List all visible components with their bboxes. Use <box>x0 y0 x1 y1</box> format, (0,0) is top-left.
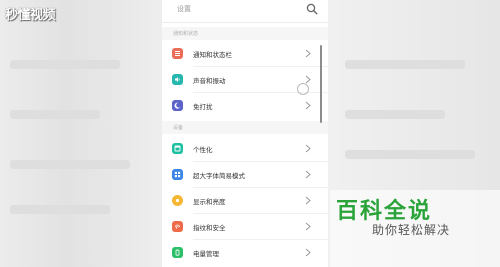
settings-item-label: 通知和状态栏 <box>193 51 232 59</box>
settings-item-label: 超大字体简易模式 <box>193 172 245 180</box>
sound-icon <box>172 74 183 85</box>
settings-item-label: 电量管理 <box>193 250 219 258</box>
fingerprint-icon <box>172 221 183 232</box>
chevron-right-icon <box>305 75 311 84</box>
settings-item-label: 免打扰 <box>193 103 213 111</box>
section-header-label: 通知和状态 <box>173 31 199 37</box>
settings-item-label: 显示和亮度 <box>193 198 226 206</box>
settings-item-label: 个性化 <box>193 146 213 154</box>
chevron-right-icon <box>305 222 311 231</box>
section-header-notifications: 通知和状态 <box>162 27 328 40</box>
battery-icon <box>172 247 183 258</box>
settings-item-display-brightness[interactable]: 显示和亮度 <box>162 188 328 214</box>
moon-icon <box>172 100 183 111</box>
background-left <box>0 0 162 267</box>
background-blur <box>10 160 130 169</box>
background-blur <box>10 110 100 119</box>
settings-item-label: 指纹和安全 <box>193 224 226 232</box>
scrollbar-thumb[interactable] <box>320 45 322 123</box>
settings-screen: 设置 通知和状态 通知和状态栏 声音和振动 免打扰 设备 个性化 超大字体简易模… <box>162 0 328 267</box>
watermark-logo: 秒懂视频 <box>5 8 56 23</box>
settings-item-large-font-mode[interactable]: 超大字体简易模式 <box>162 162 328 188</box>
touch-indicator <box>297 83 309 95</box>
background-blur <box>10 205 110 214</box>
chevron-right-icon <box>305 101 311 110</box>
chevron-right-icon <box>305 144 311 153</box>
chevron-right-icon <box>305 196 311 205</box>
chevron-right-icon <box>305 170 311 179</box>
settings-item-label: 声音和振动 <box>193 77 226 85</box>
settings-item-personalization[interactable]: 个性化 <box>162 136 328 162</box>
settings-item-do-not-disturb[interactable]: 免打扰 <box>162 93 328 119</box>
search-placeholder: 设置 <box>177 5 191 13</box>
chevron-right-icon <box>305 248 311 257</box>
notification-icon <box>172 48 183 59</box>
settings-item-battery[interactable]: 电量管理 <box>162 240 328 266</box>
settings-item-fingerprint-security[interactable]: 指纹和安全 <box>162 214 328 240</box>
search-icon[interactable] <box>306 3 318 15</box>
background-blur <box>10 60 120 69</box>
section-header-device: 设备 <box>162 121 328 134</box>
personalize-icon <box>172 143 183 154</box>
brightness-icon <box>172 195 183 206</box>
watermark-subtitle: 助你轻松解决 <box>372 223 451 237</box>
background-blur <box>345 110 445 119</box>
search-bar[interactable]: 设置 <box>162 0 328 23</box>
chevron-right-icon <box>305 49 311 58</box>
background-blur <box>345 150 475 159</box>
background-blur <box>345 60 465 69</box>
settings-item-notification-status-bar[interactable]: 通知和状态栏 <box>162 41 328 67</box>
section-header-label: 设备 <box>173 125 184 131</box>
grid-icon <box>172 169 183 180</box>
